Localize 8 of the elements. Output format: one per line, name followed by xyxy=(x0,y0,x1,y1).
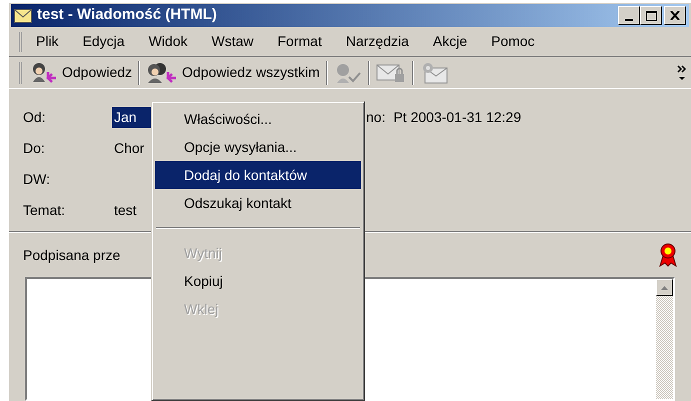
window-title: test - Wiadomość (HTML) xyxy=(37,5,218,26)
field-label: Do: xyxy=(23,139,46,158)
sent-date: Pt 2003-01-31 12:29 xyxy=(393,108,522,127)
field-label: Od: xyxy=(23,108,47,127)
signature-status-text: Podpisana prze xyxy=(23,246,120,265)
field-label: DW: xyxy=(23,170,51,189)
field-label: Temat: xyxy=(23,201,66,220)
sent-label: no: xyxy=(366,108,386,127)
